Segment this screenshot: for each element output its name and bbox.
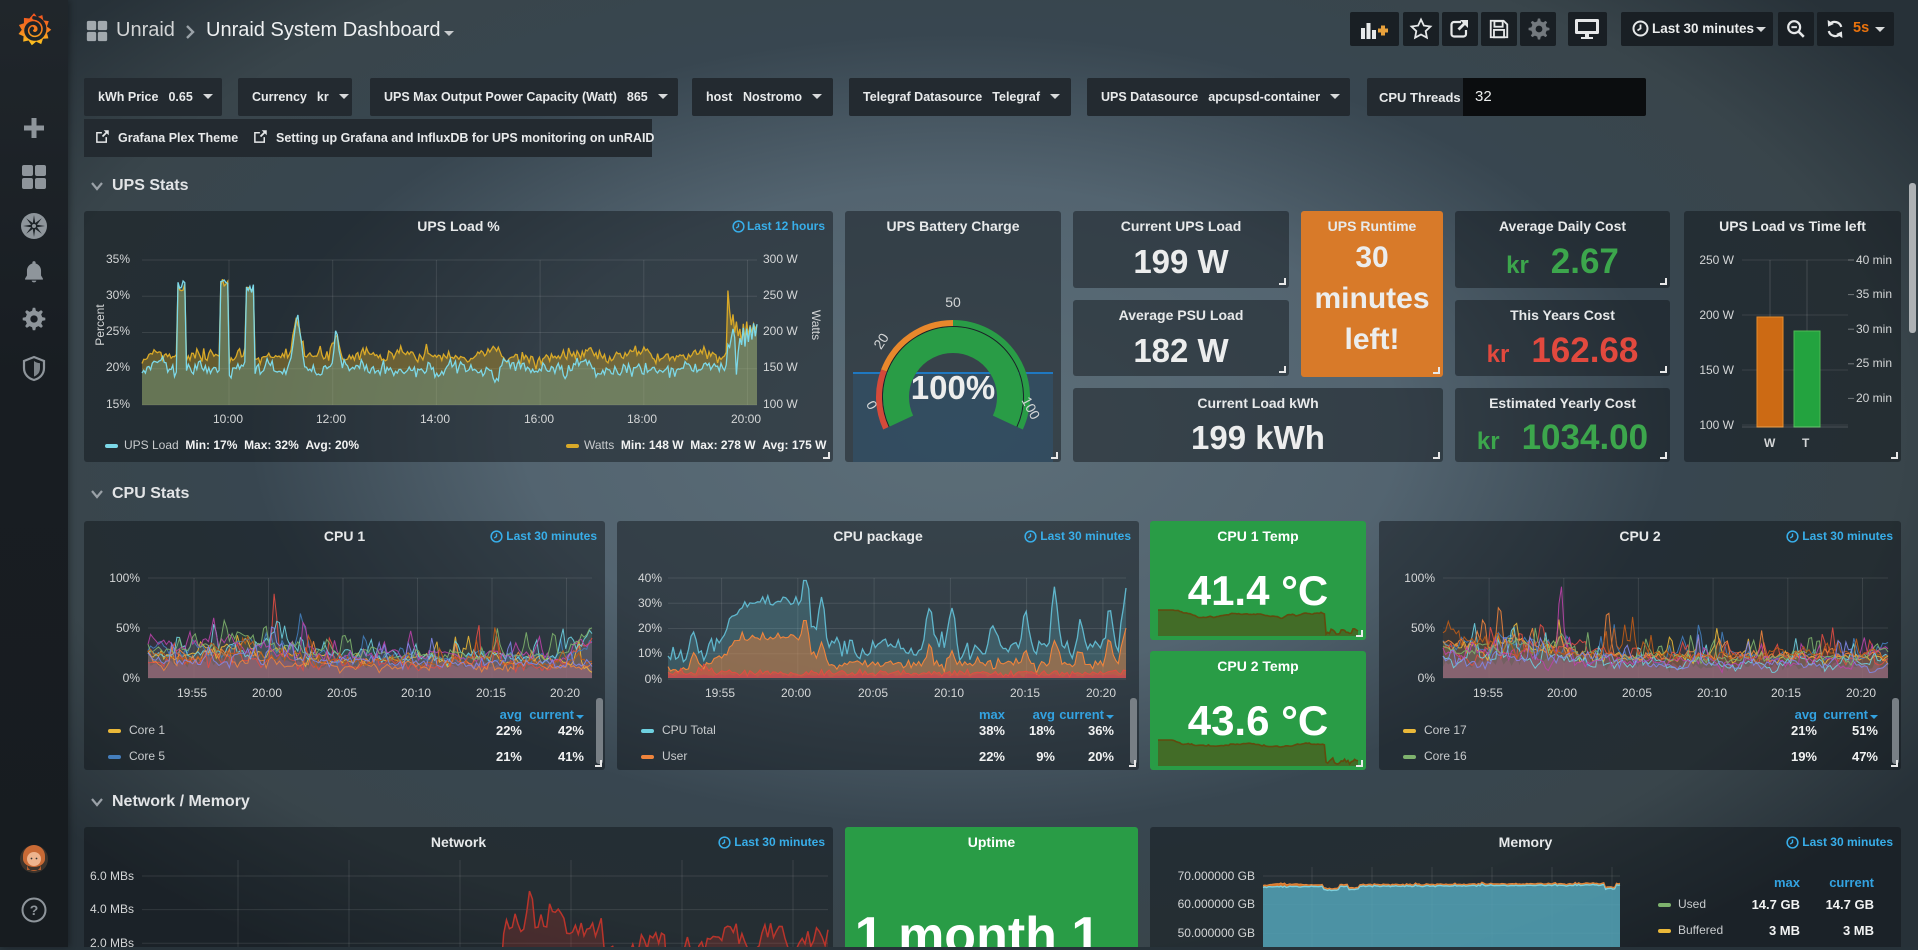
svg-text:?: ? xyxy=(30,902,39,918)
